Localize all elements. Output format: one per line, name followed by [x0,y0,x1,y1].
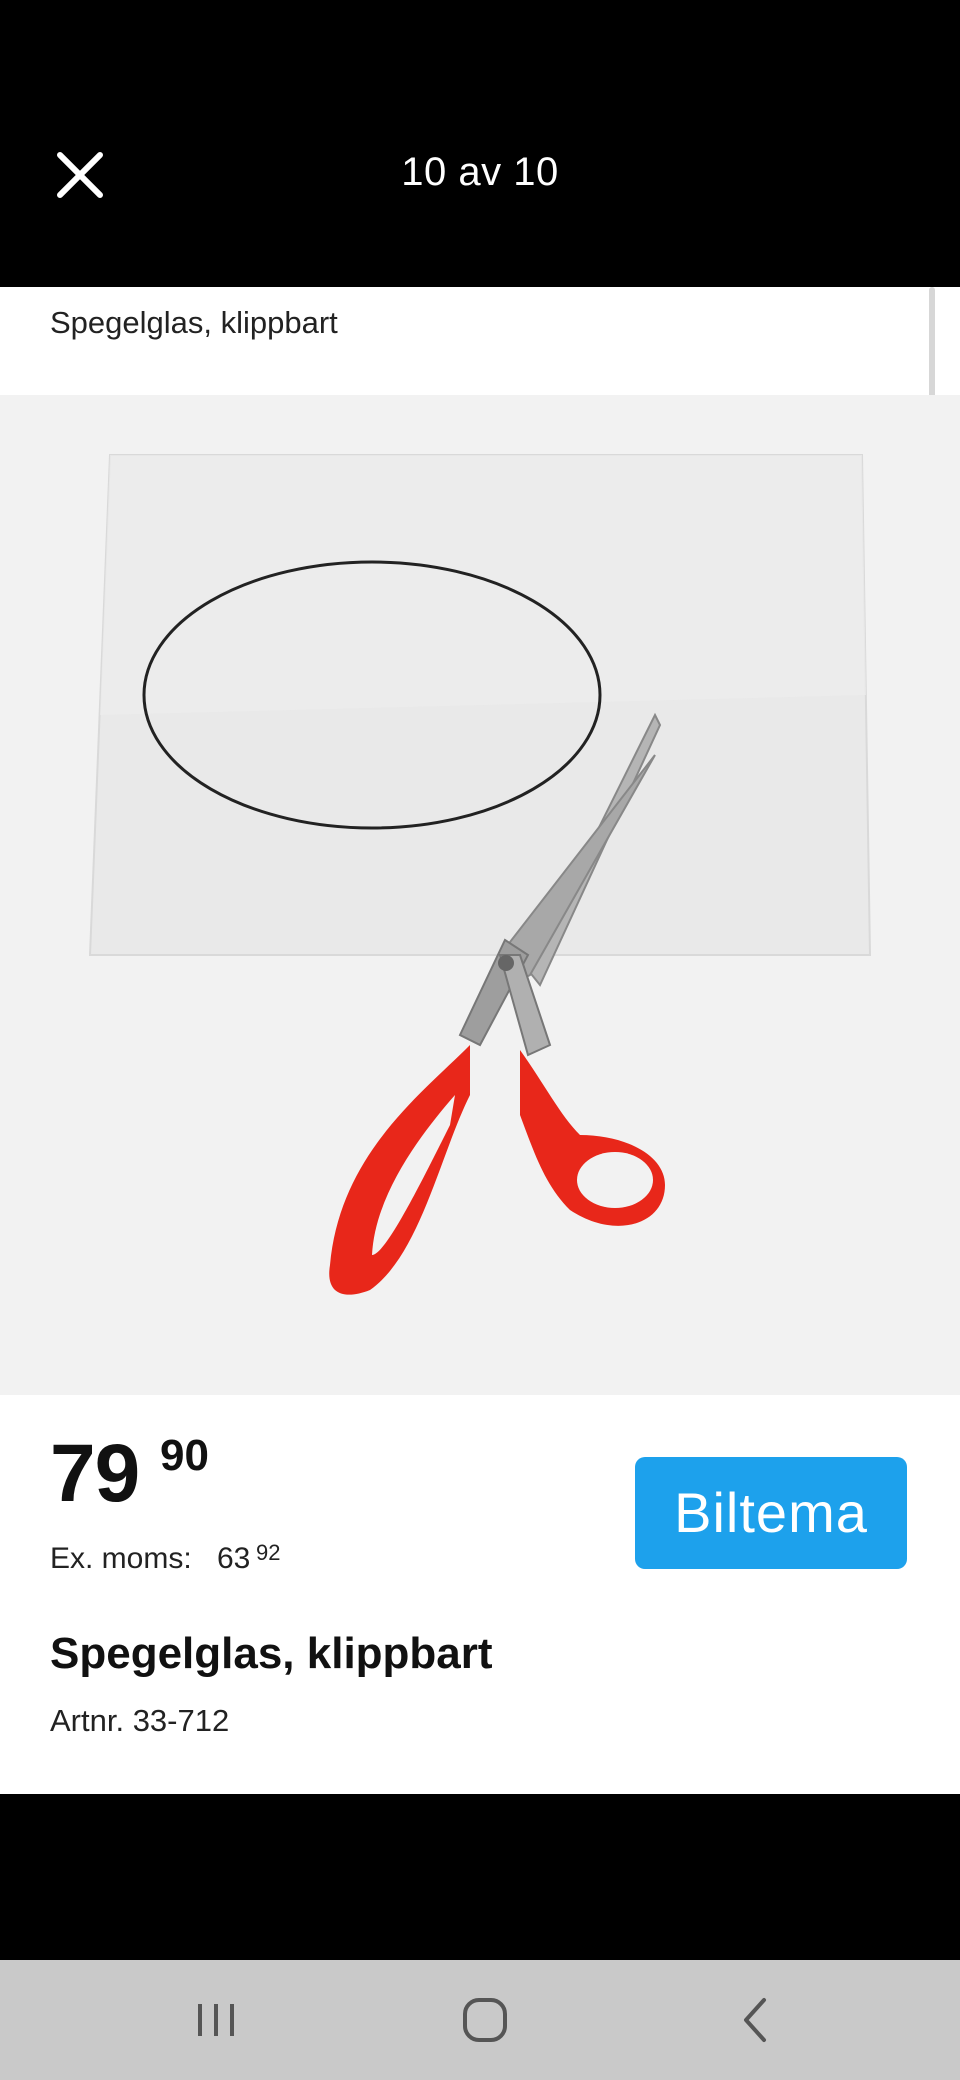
back-icon[interactable] [726,1990,786,2050]
price-main: 79 [50,1428,140,1519]
home-icon[interactable] [455,1990,515,2050]
exvat-label: Ex. moms: [50,1542,192,1575]
top-bar: 10 av 10 [0,0,960,287]
product-title: Spegelglas, klippbart [50,1629,493,1678]
exvat-price-cents: 92 [256,1540,281,1565]
exvat-price-main: 63 [217,1542,251,1575]
price-cents: 90 [160,1431,209,1480]
recent-apps-icon[interactable] [186,1990,246,2050]
brand-logo: Biltema [635,1457,907,1569]
content-panel: Spegelglas, klippbart 79 90 Ex. moms: 63 [0,287,960,1794]
system-nav-bar [0,1960,960,2080]
product-image [0,395,960,1395]
article-number: Artnr. 33-712 [50,1703,230,1738]
image-counter: 10 av 10 [401,150,559,194]
gallery-title: Spegelglas, klippbart [50,305,338,340]
product-image-illustration [88,454,872,1295]
